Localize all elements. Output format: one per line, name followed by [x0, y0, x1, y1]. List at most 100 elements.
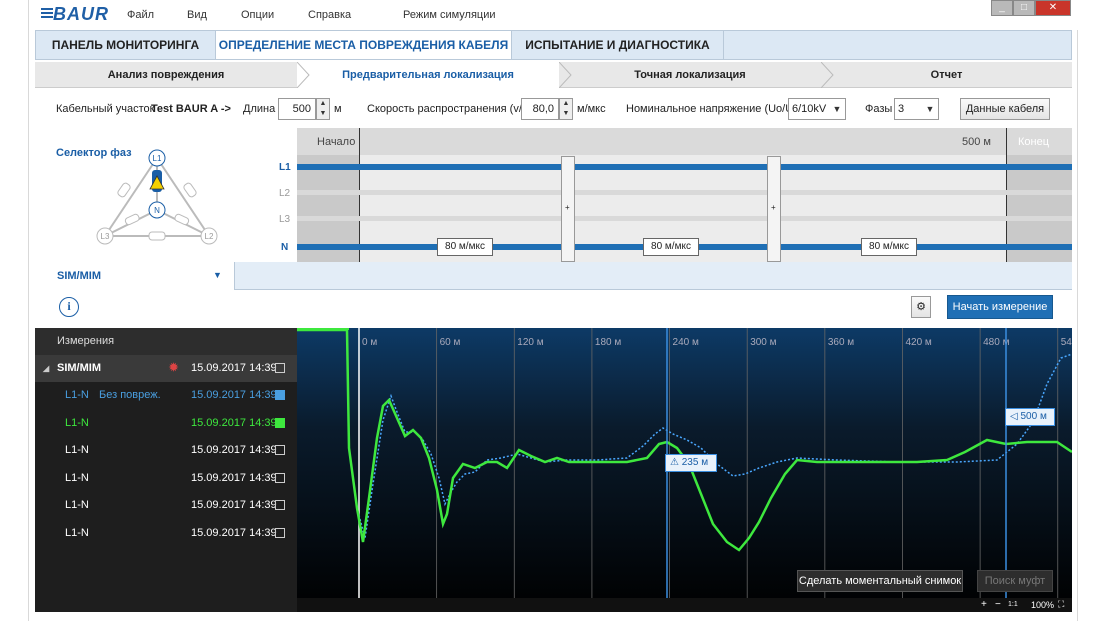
distance-tick-label: 0 м: [362, 337, 377, 348]
chevron-down-icon[interactable]: ▼: [830, 98, 844, 120]
group-checkbox[interactable]: [275, 363, 285, 373]
measurement-checkbox[interactable]: [275, 472, 285, 483]
cursor-235m-label[interactable]: ⚠ 235 м: [665, 454, 717, 472]
node-n: N: [154, 206, 160, 215]
tab-monitoring[interactable]: ПАНЕЛЬ МОНИТОРИНГА: [36, 31, 216, 59]
menu-view[interactable]: Вид: [187, 9, 207, 21]
zoom-in-icon[interactable]: +: [981, 599, 987, 610]
step-prelocation[interactable]: Предварительная локализация: [297, 62, 559, 88]
distance-tick-label: 360 м: [828, 337, 854, 348]
ratio-label[interactable]: 1:1: [1008, 601, 1018, 608]
node-l2: L2: [205, 232, 214, 241]
cursor2-value: 500 м: [1020, 411, 1047, 422]
measurement-name: L1-N: [65, 526, 89, 539]
distance-tick-label: 60 м: [440, 337, 461, 348]
tab-testing-diagnostics[interactable]: ИСПЫТАНИЕ И ДИАГНОСТИКА: [512, 31, 724, 59]
measurement-name: L1-N: [65, 471, 89, 484]
cable-data-button[interactable]: Данные кабеля: [960, 98, 1050, 120]
measurement-date: 15.09.2017 14:39: [191, 471, 277, 484]
voltage-label: Номинальное напряжение (Uo/U): [626, 103, 797, 115]
arrow-left-icon: ◁: [1010, 411, 1018, 422]
measurement-row[interactable]: L1-N 15.09.2017 14:39: [35, 492, 297, 519]
reflectogram-plot: 0 м 60 м 120 м 180 м 240 м 300 м 360 м 420 м 480…: [297, 328, 1087, 612]
speed-stepper[interactable]: ▲ ▼: [559, 98, 573, 120]
phases-value: 3: [898, 103, 905, 115]
joint-marker[interactable]: +: [561, 156, 575, 262]
measurement-row[interactable]: L1-N 15.09.2017 14:39: [35, 410, 297, 437]
distance-tick-label: 540 м: [1061, 337, 1072, 348]
close-icon[interactable]: ✕: [1035, 0, 1071, 16]
menu-simulation-mode[interactable]: Режим симуляции: [403, 9, 496, 21]
warning-icon: ⚠: [670, 457, 679, 468]
snapshot-button[interactable]: Сделать моментальный снимок: [797, 570, 963, 592]
step-report[interactable]: Отчет: [821, 62, 1072, 88]
group-name: SIM/MIM: [57, 362, 101, 374]
distance-tick-label: 120 м: [517, 337, 543, 348]
measurement-name: L1-N: [65, 389, 89, 401]
row-label-l2: L2: [279, 188, 291, 199]
measurement-date: 15.09.2017 14:39: [191, 526, 277, 539]
group-date: 15.09.2017 14:39: [191, 362, 277, 374]
speed-input[interactable]: 80,0: [521, 98, 559, 120]
measurement-name: L1-N: [65, 499, 89, 511]
measurement-note: Без повреж.: [99, 389, 161, 401]
measurement-row[interactable]: L1-N Без повреж. 15.09.2017 14:39: [35, 382, 297, 409]
measurement-checkbox[interactable]: [275, 527, 285, 538]
fit-icon[interactable]: ⛶: [1058, 599, 1064, 610]
menu-bar: BAUR Файл Вид Опции Справка Режим симуля…: [29, 0, 1078, 30]
voltage-value: 6/10kV: [792, 103, 827, 115]
measurement-checkbox[interactable]: [275, 417, 285, 428]
measurement-row[interactable]: L1-N 15.09.2017 14:39: [35, 465, 297, 492]
cursor-500m-label[interactable]: ◁ 500 м: [1005, 408, 1055, 426]
speed-box[interactable]: 80 м/мкс: [861, 238, 917, 256]
chevron-down-icon[interactable]: ▼: [213, 270, 222, 280]
cable-length-label: 500 м: [962, 136, 991, 148]
baur-logo: BAUR: [41, 4, 109, 24]
measurements-panel: Измерения ◢ SIM/MIM ✹ 15.09.2017 14:39 L…: [35, 328, 297, 612]
collapse-icon[interactable]: ◢: [43, 355, 49, 382]
step-fault-analysis[interactable]: Анализ повреждения: [35, 62, 297, 88]
cable-end-label: Конец: [1018, 136, 1050, 148]
maximize-icon[interactable]: □: [1013, 0, 1035, 16]
row-label-l3: L3: [279, 214, 291, 225]
zoom-out-icon[interactable]: −: [995, 599, 1001, 610]
chevron-separator: [297, 62, 310, 88]
measurement-row[interactable]: L1-N 15.09.2017 14:39: [35, 520, 297, 547]
row-label-n: N: [281, 242, 289, 253]
cable-section-label: Кабельный участок: [56, 103, 155, 115]
measurement-checkbox[interactable]: [275, 500, 285, 510]
measurement-name: L1-N: [65, 416, 89, 429]
measurement-checkbox[interactable]: [275, 445, 285, 455]
distance-tick-label: 420 м: [905, 337, 931, 348]
menu-help[interactable]: Справка: [308, 9, 351, 21]
measurement-row[interactable]: L1-N 15.09.2017 14:39: [35, 437, 297, 464]
sim-tab-label[interactable]: SIM/MIM: [57, 270, 101, 282]
gear-icon[interactable]: ⚙: [911, 296, 931, 318]
distance-tick-label: 300 м: [750, 337, 776, 348]
phases-label: Фазы: [865, 103, 893, 115]
minimize-icon[interactable]: _: [991, 0, 1013, 16]
menu-options[interactable]: Опции: [241, 9, 274, 21]
measurement-group[interactable]: ◢ SIM/MIM ✹ 15.09.2017 14:39: [35, 355, 297, 382]
start-measurement-button[interactable]: Начать измерение: [947, 295, 1053, 319]
phase-triangle-diagram: L1 N L3 L2: [96, 149, 218, 245]
speed-box[interactable]: 80 м/мкс: [437, 238, 493, 256]
measurement-date: 15.09.2017 14:39: [191, 444, 277, 456]
node-l1: L1: [153, 154, 162, 163]
measurement-checkbox[interactable]: [275, 390, 285, 400]
length-unit: м: [334, 103, 342, 115]
cable-section-value: Test BAUR A ->: [151, 103, 231, 115]
info-icon[interactable]: i: [59, 297, 79, 317]
distance-tick-label: 180 м: [595, 337, 621, 348]
muff-search-button[interactable]: Поиск муфт: [977, 570, 1053, 592]
joint-marker[interactable]: +: [767, 156, 781, 262]
menu-file[interactable]: Файл: [127, 9, 154, 21]
node-l3: L3: [101, 232, 110, 241]
length-stepper[interactable]: ▲ ▼: [316, 98, 330, 120]
tab-cable-fault-location[interactable]: ОПРЕДЕЛЕНИЕ МЕСТА ПОВРЕЖДЕНИЯ КАБЕЛЯ: [216, 31, 512, 59]
chevron-down-icon[interactable]: ▼: [923, 98, 937, 120]
speed-box[interactable]: 80 м/мкс: [643, 238, 699, 256]
length-label: Длина: [243, 103, 276, 115]
length-input[interactable]: 500: [278, 98, 316, 120]
step-pinpointing[interactable]: Точная локализация: [559, 62, 821, 88]
